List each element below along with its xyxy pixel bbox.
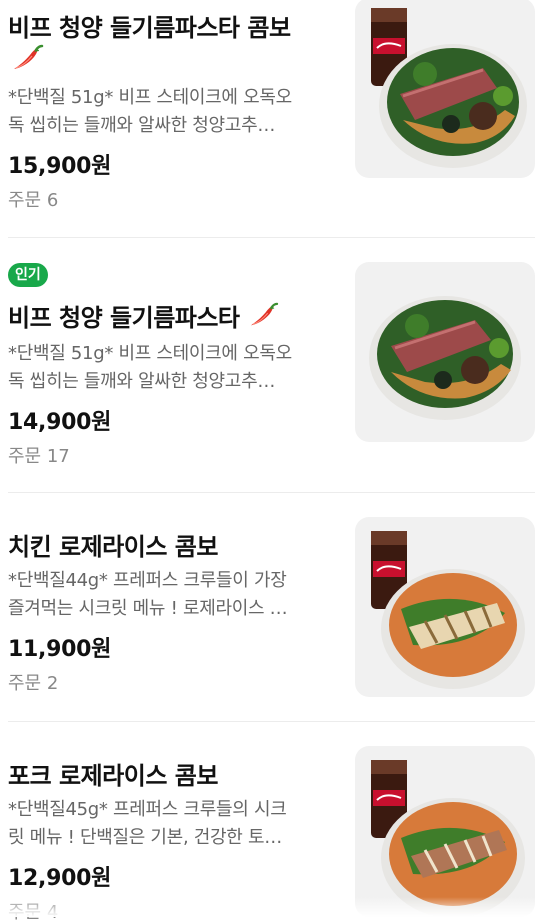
- chili-pepper-icon: [247, 302, 279, 336]
- popular-badge: 인기: [8, 263, 48, 287]
- menu-item[interactable]: 치킨 로제라이스 콤보 *단백질44g* 프레퍼스 크루들이 가장 즐겨먹는 시…: [0, 493, 541, 721]
- menu-item-price: 11,900원: [8, 637, 112, 662]
- menu-item-title: 치킨 로제라이스 콤보: [8, 533, 218, 561]
- menu-item[interactable]: 비프 청양 들기름파스타 콤보 *단백질 51g* 비프 스테이크에 오독오 독…: [0, 0, 541, 238]
- menu-item-price: 14,900원: [8, 410, 112, 435]
- menu-item-description: *단백질 51g* 비프 스테이크에 오독오 독 씹히는 들깨와 알싸한 청양고…: [8, 343, 292, 392]
- menu-item-title: 비프 청양 들기름파스타: [8, 298, 279, 336]
- menu-item[interactable]: 포크 로제라이스 콤보 *단백질45g* 프레퍼스 크루들의 시크 릿 메뉴 !…: [0, 722, 541, 923]
- menu-item-orders: 주문 6: [8, 190, 59, 211]
- chili-pepper-icon: [10, 44, 44, 78]
- menu-item-image[interactable]: [355, 262, 535, 442]
- menu-item-title: 포크 로제라이스 콤보: [8, 762, 218, 790]
- menu-item-title: 비프 청양 들기름파스타 콤보: [8, 14, 291, 42]
- menu-item-image[interactable]: [355, 517, 535, 697]
- menu-item-orders: 주문 17: [8, 446, 70, 467]
- menu-item-description: *단백질45g* 프레퍼스 크루들의 시크 릿 메뉴 ! 단백질은 기본, 건강…: [8, 799, 287, 848]
- menu-item-orders: 주문 2: [8, 673, 59, 694]
- menu-item-image[interactable]: [355, 0, 535, 178]
- menu-item-description: *단백질 51g* 비프 스테이크에 오독오 독 씹히는 들깨와 알싸한 청양고…: [8, 87, 292, 136]
- menu-item-image[interactable]: [355, 746, 535, 917]
- menu-item[interactable]: 인기 비프 청양 들기름파스타 *단백질 51g* 비프 스테이크에 오독오 독…: [0, 238, 541, 492]
- menu-item-description: *단백질44g* 프레퍼스 크루들이 가장 즐겨먹는 시크릿 메뉴 ! 로제라이…: [8, 570, 288, 619]
- menu-item-price: 12,900원: [8, 866, 112, 891]
- menu-item-price: 15,900원: [8, 154, 112, 179]
- bottom-fade: [0, 897, 541, 917]
